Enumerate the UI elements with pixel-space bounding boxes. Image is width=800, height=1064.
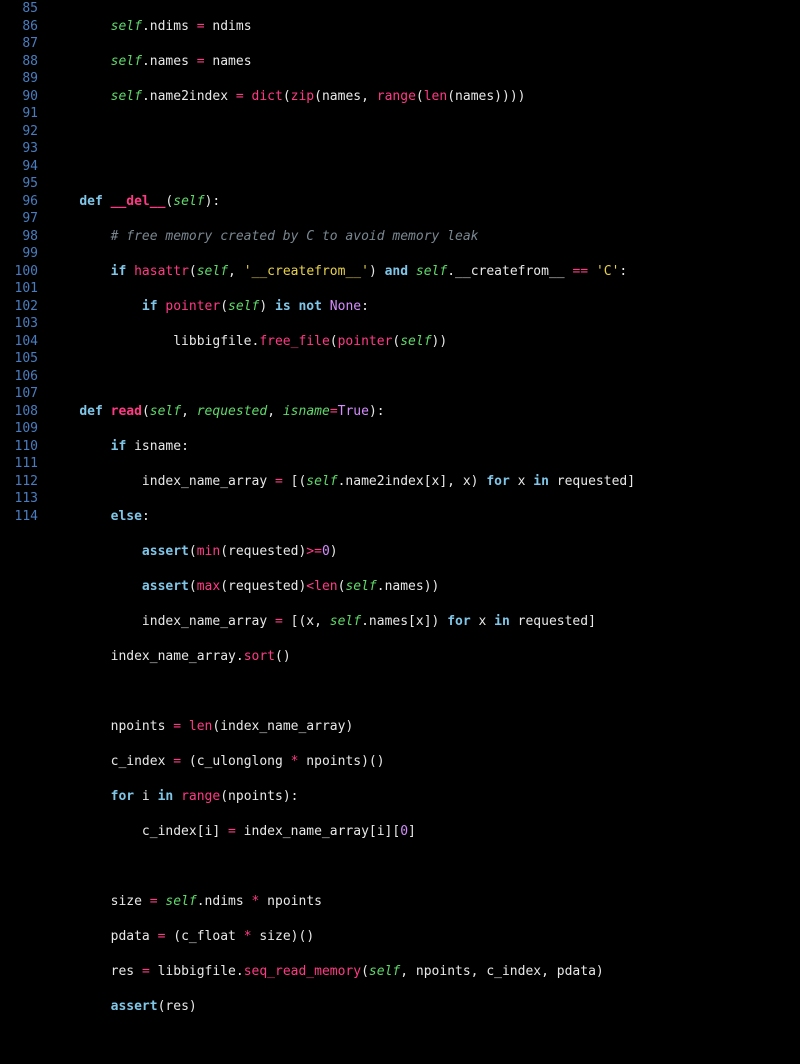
code-line[interactable]: c_index[i] = index_name_array[i][0] — [48, 823, 800, 841]
code-line[interactable]: def __del__(self): — [48, 193, 800, 211]
code-line[interactable] — [48, 158, 800, 176]
code-line[interactable]: assert(max(requested)<len(self.names)) — [48, 578, 800, 596]
line-number: 103 — [0, 315, 38, 333]
line-number: 114 — [0, 508, 38, 526]
line-number: 90 — [0, 88, 38, 106]
code-line[interactable]: index_name_array = [(x, self.names[x]) f… — [48, 613, 800, 631]
code-line[interactable]: res = libbigfile.seq_read_memory(self, n… — [48, 963, 800, 981]
line-number: 96 — [0, 193, 38, 211]
code-line[interactable]: size = self.ndims * npoints — [48, 893, 800, 911]
code-line[interactable] — [48, 858, 800, 876]
code-editor[interactable]: 85 86 87 88 89 90 91 92 93 94 95 96 97 9… — [0, 0, 800, 1064]
line-number: 95 — [0, 175, 38, 193]
code-line[interactable]: if hasattr(self, '__createfrom__') and s… — [48, 263, 800, 281]
line-number: 105 — [0, 350, 38, 368]
code-line[interactable]: def read(self, requested, isname=True): — [48, 403, 800, 421]
line-number: 106 — [0, 368, 38, 386]
code-line[interactable]: assert(min(requested)>=0) — [48, 543, 800, 561]
code-line[interactable]: c_index = (c_ulonglong * npoints)() — [48, 753, 800, 771]
line-number: 113 — [0, 490, 38, 508]
line-number: 89 — [0, 70, 38, 88]
code-line[interactable] — [48, 683, 800, 701]
code-line[interactable]: self.ndims = ndims — [48, 18, 800, 36]
code-line[interactable]: # free memory created by C to avoid memo… — [48, 228, 800, 246]
line-number: 94 — [0, 158, 38, 176]
code-line[interactable]: self.names = names — [48, 53, 800, 71]
line-number-gutter: 85 86 87 88 89 90 91 92 93 94 95 96 97 9… — [0, 0, 48, 1064]
line-number: 91 — [0, 105, 38, 123]
code-line[interactable] — [48, 368, 800, 386]
code-pane[interactable]: self.ndims = ndims self.names = names se… — [48, 0, 800, 1064]
line-number: 87 — [0, 35, 38, 53]
line-number: 107 — [0, 385, 38, 403]
line-number: 108 — [0, 403, 38, 421]
line-number: 104 — [0, 333, 38, 351]
code-line[interactable]: else: — [48, 508, 800, 526]
code-line[interactable]: for i in range(npoints): — [48, 788, 800, 806]
code-line[interactable]: npoints = len(index_name_array) — [48, 718, 800, 736]
code-line[interactable]: assert(res) — [48, 998, 800, 1016]
line-number: 110 — [0, 438, 38, 456]
line-number: 98 — [0, 228, 38, 246]
line-number: 112 — [0, 473, 38, 491]
line-number: 111 — [0, 455, 38, 473]
code-line[interactable]: libbigfile.free_file(pointer(self)) — [48, 333, 800, 351]
line-number: 109 — [0, 420, 38, 438]
line-number: 100 — [0, 263, 38, 281]
line-number: 88 — [0, 53, 38, 71]
code-line[interactable] — [48, 123, 800, 141]
line-number: 92 — [0, 123, 38, 141]
code-line[interactable]: if pointer(self) is not None: — [48, 298, 800, 316]
line-number: 99 — [0, 245, 38, 263]
code-line[interactable]: if isname: — [48, 438, 800, 456]
line-number: 97 — [0, 210, 38, 228]
code-line[interactable] — [48, 1033, 800, 1051]
code-line[interactable]: pdata = (c_float * size)() — [48, 928, 800, 946]
line-number: 85 — [0, 0, 38, 18]
line-number: 93 — [0, 140, 38, 158]
line-number: 86 — [0, 18, 38, 36]
code-line[interactable]: self.name2index = dict(zip(names, range(… — [48, 88, 800, 106]
line-number: 102 — [0, 298, 38, 316]
line-number: 101 — [0, 280, 38, 298]
code-line[interactable]: index_name_array = [(self.name2index[x],… — [48, 473, 800, 491]
code-line[interactable]: index_name_array.sort() — [48, 648, 800, 666]
